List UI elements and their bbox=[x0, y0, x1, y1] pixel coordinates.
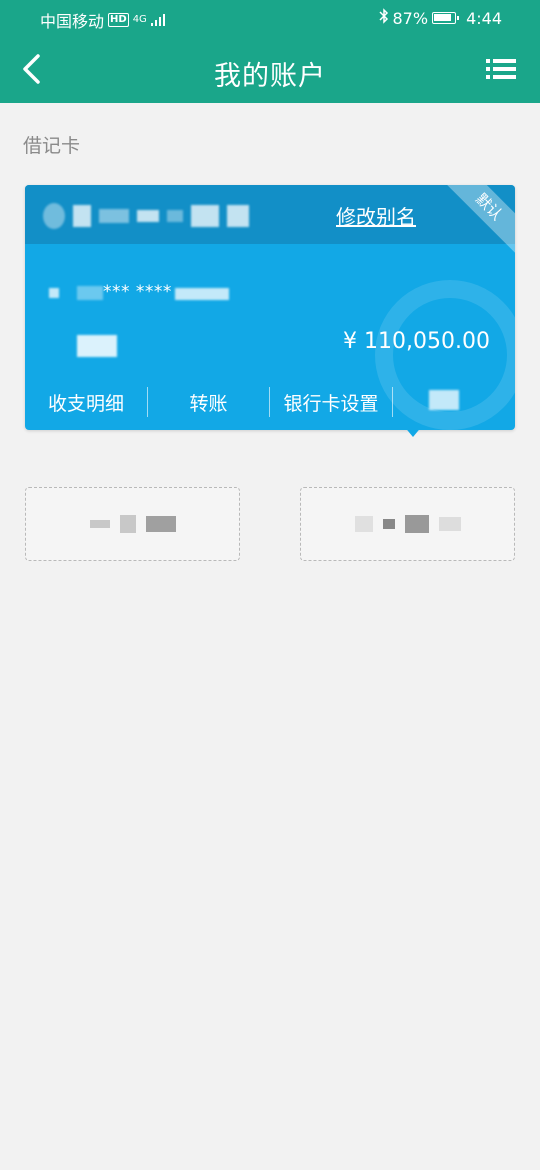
menu-button[interactable] bbox=[486, 56, 516, 82]
redacted-block bbox=[145, 516, 176, 532]
card-actions: 收支明细 转账 银行卡设置 bbox=[25, 384, 515, 420]
page-title: 我的账户 bbox=[214, 61, 326, 92]
redacted-block bbox=[119, 515, 136, 533]
list-menu-icon bbox=[486, 59, 516, 79]
redacted-block bbox=[428, 389, 459, 410]
card-balance: ¥ 110,050.00 bbox=[343, 329, 490, 354]
signal-icon bbox=[150, 11, 165, 30]
redacted-block bbox=[167, 210, 183, 222]
redacted-block bbox=[354, 516, 373, 532]
redacted-block bbox=[49, 288, 59, 298]
network-type: 4G bbox=[132, 14, 147, 25]
redacted-block bbox=[89, 520, 110, 528]
redacted-block bbox=[73, 205, 91, 227]
transfer-button[interactable]: 转账 bbox=[148, 389, 269, 416]
card-pointer bbox=[403, 425, 423, 437]
bank-name-redacted bbox=[43, 201, 249, 231]
status-right: 87% 4:44 bbox=[378, 8, 502, 28]
redacted-block bbox=[99, 209, 129, 223]
redacted-block bbox=[137, 210, 159, 222]
section-label-debit-card: 借记卡 bbox=[23, 135, 81, 157]
hd-badge: HD bbox=[108, 13, 129, 27]
redacted-block bbox=[404, 515, 429, 533]
carrier-label: 中国移动 bbox=[40, 12, 105, 31]
card-number: *** **** bbox=[103, 282, 172, 302]
clock: 4:44 bbox=[466, 8, 502, 28]
more-action-redacted[interactable] bbox=[393, 389, 494, 415]
redacted-block bbox=[77, 286, 103, 300]
redacted-block bbox=[175, 288, 229, 300]
redacted-block bbox=[382, 519, 395, 529]
edit-alias-link[interactable]: 修改别名 bbox=[336, 201, 416, 230]
redacted-block bbox=[438, 517, 461, 531]
redacted-block bbox=[77, 335, 117, 357]
bank-card[interactable]: 修改别名 默认 *** **** ¥ 110,050.00 收支明细 转账 银行… bbox=[25, 185, 515, 430]
transaction-details-button[interactable]: 收支明细 bbox=[25, 389, 147, 416]
open-account-button[interactable] bbox=[300, 487, 515, 561]
card-holder-redacted bbox=[77, 335, 125, 357]
redacted-block bbox=[191, 205, 219, 227]
status-left: 中国移动 HD 4G bbox=[40, 8, 165, 32]
nav-bar: 我的账户 bbox=[0, 36, 540, 103]
status-bar: 中国移动 HD 4G 87% 4:44 bbox=[0, 0, 540, 36]
battery-percent: 87% bbox=[392, 8, 429, 28]
battery-icon bbox=[432, 12, 460, 24]
bank-logo bbox=[43, 203, 65, 229]
redacted-block bbox=[227, 205, 249, 227]
bluetooth-icon bbox=[378, 8, 389, 28]
add-card-button[interactable] bbox=[25, 487, 240, 561]
card-settings-button[interactable]: 银行卡设置 bbox=[270, 389, 392, 416]
card-header: 修改别名 bbox=[25, 185, 515, 244]
